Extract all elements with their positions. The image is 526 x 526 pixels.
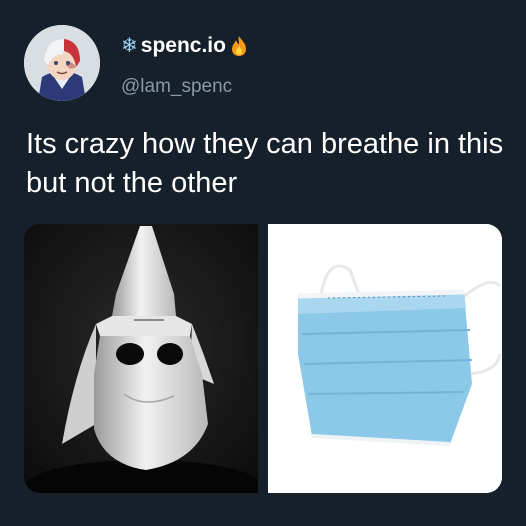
- display-name[interactable]: spenc.io: [141, 32, 226, 60]
- surgical-mask-image: [268, 224, 502, 493]
- avatar-illustration: [24, 25, 100, 101]
- user-handle[interactable]: @lam_spenc: [121, 74, 232, 100]
- fire-icon: [231, 36, 246, 56]
- tweet-media[interactable]: [24, 224, 502, 493]
- avatar[interactable]: [24, 25, 100, 101]
- hooded-mask-image: [24, 224, 258, 493]
- tweet-text: Its crazy how they can breathe in this b…: [26, 128, 504, 199]
- snowflake-icon: ❄: [121, 35, 138, 57]
- media-image-left[interactable]: [24, 224, 258, 493]
- display-name-row[interactable]: ❄ spenc.io: [121, 32, 249, 60]
- media-image-right[interactable]: [268, 224, 502, 493]
